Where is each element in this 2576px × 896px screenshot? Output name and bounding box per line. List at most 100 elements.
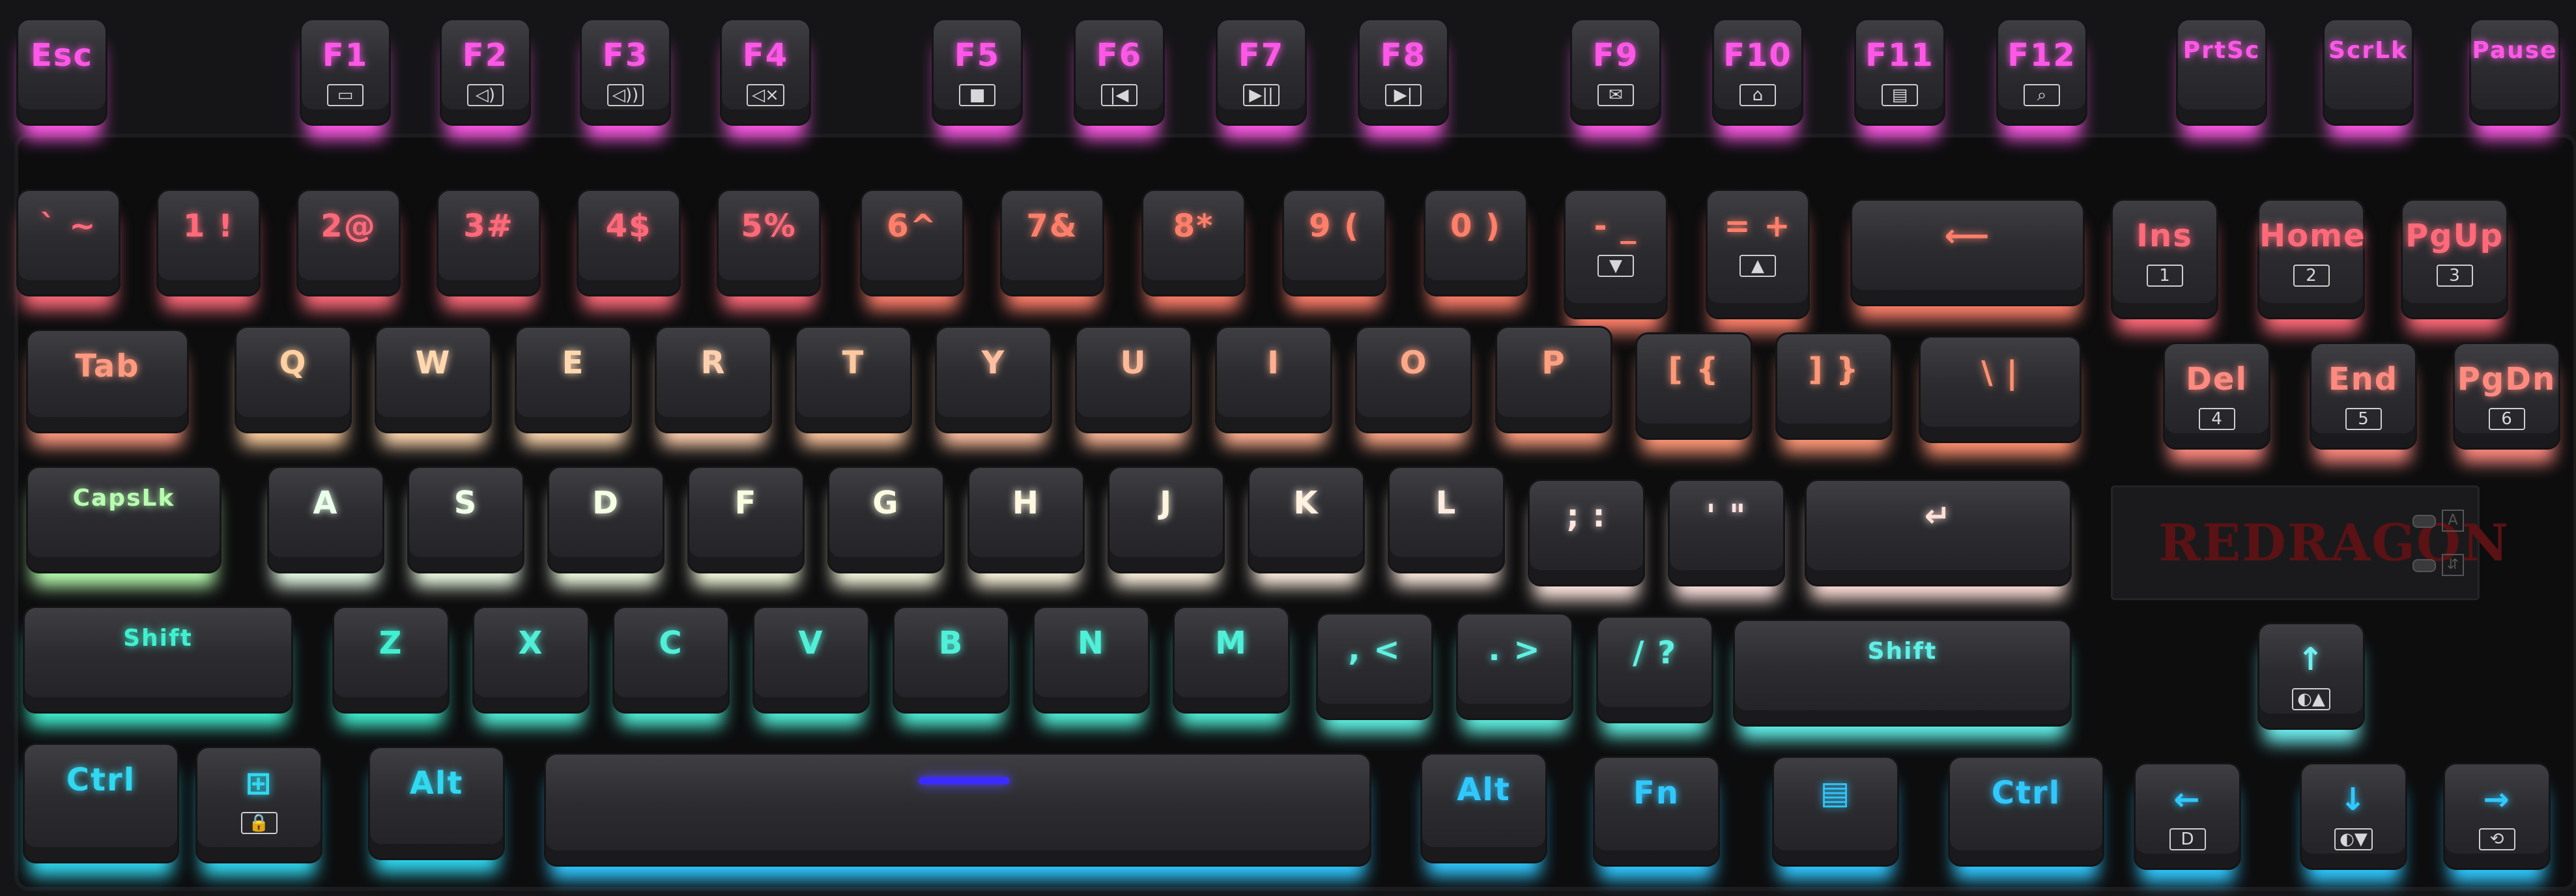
- key-3[interactable]: 3#: [436, 189, 541, 296]
- key-9[interactable]: 9 (: [1282, 189, 1386, 296]
- key-lbracket[interactable]: [ {: [1635, 332, 1753, 440]
- key-label: N: [1077, 625, 1106, 661]
- key-f12[interactable]: F12 ⌕: [1996, 18, 2087, 126]
- key-z[interactable]: Z: [332, 606, 450, 714]
- key-esc[interactable]: Esc: [16, 18, 107, 126]
- key-slash[interactable]: / ?: [1596, 616, 1713, 723]
- key-k[interactable]: K: [1248, 466, 1365, 573]
- key-secondary-icon: ✉: [1572, 84, 1659, 106]
- key-c[interactable]: C: [612, 606, 730, 714]
- key-j[interactable]: J: [1108, 466, 1225, 573]
- key-rctrl[interactable]: Ctrl: [1948, 756, 2104, 867]
- key-f2[interactable]: F2 ◁): [440, 18, 531, 126]
- key-capslk[interactable]: CapsLk: [26, 466, 222, 573]
- key-lalt[interactable]: Alt: [368, 746, 505, 860]
- key-f1[interactable]: F1 ▭: [300, 18, 391, 126]
- key-a[interactable]: A: [267, 466, 384, 573]
- key-label: Fn: [1633, 775, 1680, 811]
- key-fn[interactable]: Fn: [1593, 756, 1720, 867]
- key-f4[interactable]: F4 ◁×: [720, 18, 811, 126]
- key-period[interactable]: . >: [1456, 613, 1573, 720]
- key-secondary-icon: ⌕: [1998, 84, 2085, 106]
- key-y[interactable]: Y: [935, 326, 1052, 433]
- key-lshift[interactable]: Shift: [23, 606, 293, 714]
- key-win[interactable]: ⊞ 🔒: [195, 746, 322, 863]
- key-rshift[interactable]: Shift: [1733, 619, 2072, 727]
- key-f8[interactable]: F8 ▶|: [1358, 18, 1449, 126]
- key-2[interactable]: 2@: [296, 189, 401, 296]
- key-semicolon[interactable]: ; :: [1528, 479, 1645, 586]
- key-1[interactable]: 1 !: [156, 189, 261, 296]
- key-m[interactable]: M: [1173, 606, 1290, 714]
- key-quote[interactable]: ' ": [1668, 479, 1785, 586]
- key-g[interactable]: G: [827, 466, 945, 573]
- key-4[interactable]: 4$: [577, 189, 681, 296]
- key-scrlk[interactable]: ScrLk: [2323, 18, 2414, 126]
- key-equal[interactable]: = + ▲: [1706, 189, 1810, 319]
- key-menu[interactable]: ▤: [1772, 756, 1899, 867]
- key-minus[interactable]: - _ ▼: [1564, 189, 1668, 319]
- key-enter[interactable]: ↵: [1805, 479, 2072, 586]
- key-prtsc[interactable]: PrtSc: [2176, 18, 2267, 126]
- key-home[interactable]: Home 2: [2257, 199, 2365, 319]
- key-tab[interactable]: Tab: [26, 329, 189, 433]
- key-up[interactable]: ↑ ◐▲: [2257, 622, 2365, 730]
- key-v[interactable]: V: [752, 606, 870, 714]
- key-q[interactable]: Q: [235, 326, 352, 433]
- key-label: Ctrl: [1991, 775, 2061, 811]
- key-rbracket[interactable]: ] }: [1775, 332, 1893, 440]
- key-grave[interactable]: ` ~: [16, 189, 121, 296]
- key-label: B: [938, 625, 964, 661]
- key-d[interactable]: D: [547, 466, 665, 573]
- key-ralt[interactable]: Alt: [1420, 753, 1547, 863]
- key-5[interactable]: 5%: [717, 189, 821, 296]
- key-end[interactable]: End 5: [2310, 342, 2417, 450]
- key-left[interactable]: ← D: [2134, 762, 2241, 870]
- key-0[interactable]: 0 ): [1424, 189, 1528, 296]
- key-s[interactable]: S: [407, 466, 524, 573]
- key-o[interactable]: O: [1355, 326, 1472, 433]
- key-u[interactable]: U: [1075, 326, 1192, 433]
- key-pause[interactable]: Pause: [2469, 18, 2560, 126]
- key-secondary-icon: ◐▼: [2302, 828, 2405, 850]
- key-space[interactable]: [544, 753, 1371, 867]
- key-down[interactable]: ↓ ◐▼: [2300, 762, 2407, 870]
- key-n[interactable]: N: [1033, 606, 1150, 714]
- key-f6[interactable]: F6 |◀: [1074, 18, 1165, 126]
- key-t[interactable]: T: [795, 326, 912, 433]
- key-label: CapsLk: [72, 485, 175, 512]
- key-7[interactable]: 7&: [1000, 189, 1104, 296]
- key-f7[interactable]: F7 ▶||: [1216, 18, 1307, 126]
- key-secondary-icon: ◁×: [722, 84, 809, 106]
- key-f[interactable]: F: [687, 466, 805, 573]
- key-f3[interactable]: F3 ◁)): [580, 18, 671, 126]
- key-x[interactable]: X: [472, 606, 590, 714]
- key-lctrl[interactable]: Ctrl: [23, 743, 179, 863]
- key-label: / ?: [1632, 635, 1678, 671]
- key-comma[interactable]: , <: [1316, 613, 1433, 720]
- key-del[interactable]: Del 4: [2163, 342, 2270, 450]
- key-8[interactable]: 8*: [1141, 189, 1246, 296]
- key-pgup[interactable]: PgUp 3: [2401, 199, 2508, 319]
- key-right[interactable]: → ⟲: [2443, 762, 2551, 870]
- key-f10[interactable]: F10 ⌂: [1712, 18, 1803, 126]
- key-h[interactable]: H: [967, 466, 1085, 573]
- key-secondary-icon: ◐▲: [2259, 688, 2363, 710]
- key-f11[interactable]: F11 ▤: [1854, 18, 1945, 126]
- key-i[interactable]: I: [1215, 326, 1332, 433]
- key-f5[interactable]: F5 ■: [932, 18, 1023, 126]
- key-b[interactable]: B: [893, 606, 1010, 714]
- key-w[interactable]: W: [375, 326, 492, 433]
- key-r[interactable]: R: [655, 326, 772, 433]
- key-label: P: [1541, 345, 1566, 381]
- key-e[interactable]: E: [515, 326, 632, 433]
- key-ins[interactable]: Ins 1: [2111, 199, 2218, 319]
- key-p[interactable]: P: [1495, 326, 1612, 433]
- key-label: ; :: [1566, 498, 1607, 534]
- key-backspace[interactable]: ⟵: [1850, 199, 2085, 306]
- key-6[interactable]: 6^: [860, 189, 964, 296]
- key-pgdn[interactable]: PgDn 6: [2453, 342, 2560, 450]
- key-backslash[interactable]: \ |: [1919, 336, 2082, 443]
- key-f9[interactable]: F9 ✉: [1570, 18, 1661, 126]
- key-l[interactable]: L: [1388, 466, 1505, 573]
